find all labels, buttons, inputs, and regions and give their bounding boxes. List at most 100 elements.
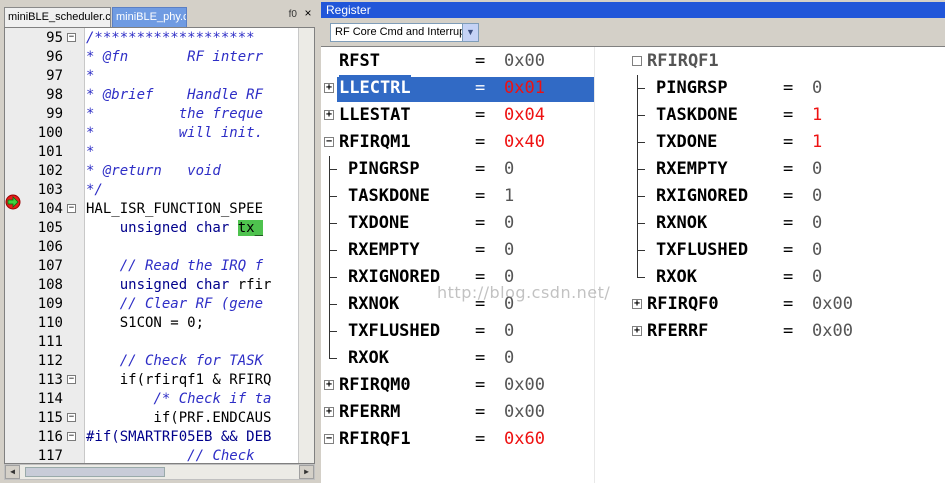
code-text: * the freque [86, 105, 263, 124]
code-line[interactable]: 113− if(rfirqf1 & RFIRQ [5, 371, 300, 390]
expand-icon[interactable]: + [632, 299, 642, 309]
register-row-taskdone[interactable]: TASKDONE = 1 [321, 102, 941, 129]
register-value[interactable]: 0 [812, 156, 822, 183]
register-value[interactable]: 0x00 [504, 372, 545, 399]
register-name: RFIRQM0 [339, 375, 411, 395]
register-row-rfirqm0[interactable]: + RFIRQM0 = 0x00 [321, 372, 941, 399]
code-line[interactable]: 106 [5, 238, 300, 257]
code-line[interactable]: 114 /* Check if ta [5, 390, 300, 409]
code-text: unsigned char tx_ [86, 219, 264, 238]
code-line[interactable]: 107 // Read the IRQ f [5, 257, 300, 276]
close-icon[interactable]: × [301, 6, 315, 20]
register-row-rfirqf1[interactable]: RFIRQF1 [321, 48, 941, 75]
register-value[interactable]: 0 [812, 210, 822, 237]
code-token: unsigned char [119, 220, 238, 236]
register-row-txdone[interactable]: TXDONE = 1 [321, 129, 941, 156]
register-row-rxempty[interactable]: RXEMPTY = 0 [321, 156, 941, 183]
code-area[interactable]: 95−/******************* 96 * @fn RF interr… [4, 27, 315, 464]
register-name: RFIRQF0 [647, 294, 719, 314]
register-tree: RFST = 0x00 + LLECTRL = 0x01 + LLESTAT = 0x04− RFIR… [321, 46, 945, 483]
register-row-pingrsp[interactable]: PINGRSP = 0 [321, 75, 941, 102]
horizontal-scrollbar[interactable]: ◀ ▶ [4, 464, 315, 480]
code-token: * [86, 68, 95, 84]
code-line[interactable]: 103 */ [5, 181, 300, 200]
chevron-down-icon[interactable]: ▼ [462, 24, 478, 41]
code-line[interactable]: 105 unsigned char tx_ [5, 219, 300, 238]
line-number: 101 [37, 144, 63, 160]
code-line[interactable]: 116− #if(SMARTRF05EB && DEB [5, 428, 300, 447]
register-row-rxnok[interactable]: RXNOK = 0 [321, 210, 941, 237]
line-number: 109 [37, 296, 63, 312]
code-line[interactable]: 112 // Check for TASK [5, 352, 300, 371]
code-text: /******************* [86, 29, 255, 48]
fold-toggle-icon[interactable]: − [67, 33, 76, 42]
code-line[interactable]: 95− /******************* [5, 29, 300, 48]
code-line[interactable]: 96 * @fn RF interr [5, 48, 300, 67]
register-row-rxok[interactable]: RXOK = 0 [321, 264, 941, 291]
code-line[interactable]: 104− HAL_ISR_FUNCTION_SPEE [5, 200, 300, 219]
register-value[interactable]: 0 [504, 345, 514, 372]
register-value[interactable]: 0 [812, 75, 822, 102]
code-line[interactable]: 102 * @return void [5, 162, 300, 181]
code-token: */ [86, 182, 103, 198]
code-line[interactable]: 97 * [5, 67, 300, 86]
code-token: unsigned char [119, 277, 238, 293]
register-value[interactable]: 0 [812, 183, 822, 210]
register-value[interactable]: 0 [812, 237, 822, 264]
register-name: RXNOK [656, 213, 708, 233]
equals-sign: = [475, 402, 486, 422]
tree-connector [637, 223, 645, 224]
register-row-rxignored[interactable]: RXIGNORED = 0 [321, 183, 941, 210]
fold-toggle-icon[interactable]: − [67, 413, 76, 422]
register-row-rfirqf0[interactable]: + RFIRQF0 = 0x00 [321, 291, 941, 318]
code-line[interactable]: 100 * will init. [5, 124, 300, 143]
line-number: 107 [37, 258, 63, 274]
scroll-right-icon[interactable]: ▶ [299, 465, 314, 479]
register-row-rfirqf1[interactable]: − RFIRQF1 = 0x60 [321, 426, 941, 453]
code-line[interactable]: 115− if(PRF.ENDCAUS [5, 409, 300, 428]
fold-toggle-icon[interactable]: − [67, 375, 76, 384]
collapse-icon[interactable]: − [324, 434, 334, 444]
code-line[interactable]: 111 [5, 333, 300, 352]
tab-minible-scheduler[interactable]: miniBLE_scheduler.c [4, 7, 111, 27]
register-value[interactable]: 0x00 [812, 318, 853, 345]
code-line[interactable]: 117 // Check [5, 447, 300, 463]
expand-icon[interactable] [632, 56, 642, 66]
code-line[interactable]: 108 unsigned char rfir [5, 276, 300, 295]
register-value[interactable]: 0 [812, 264, 822, 291]
equals-sign: = [783, 321, 794, 341]
code-line[interactable]: 99 * the freque [5, 105, 300, 124]
vertical-scrollbar[interactable]: ≡ [298, 28, 314, 463]
tab-function-marker[interactable]: f0 [289, 9, 297, 20]
register-value[interactable]: 0x00 [504, 399, 545, 426]
code-line[interactable]: 109 // Clear RF (gene [5, 295, 300, 314]
highlighted-symbol: tx_ [237, 220, 264, 236]
code-line[interactable]: 98 * @brief Handle RF [5, 86, 300, 105]
scroll-left-icon[interactable]: ◀ [5, 465, 20, 479]
tab-minible-phy[interactable]: miniBLE_phy.c [112, 7, 187, 27]
equals-sign: = [783, 105, 794, 125]
expand-icon[interactable]: + [324, 407, 334, 417]
tree-connector [637, 169, 645, 170]
register-value[interactable]: 0x60 [504, 426, 545, 453]
register-value[interactable]: 0x00 [812, 291, 853, 318]
expand-icon[interactable]: + [324, 380, 334, 390]
register-value[interactable]: 1 [812, 129, 822, 156]
fold-toggle-icon[interactable]: − [67, 432, 76, 441]
equals-sign: = [783, 213, 794, 233]
expand-icon[interactable]: + [632, 326, 642, 336]
line-number: 99 [46, 106, 63, 122]
horizontal-scroll-thumb[interactable] [25, 467, 165, 477]
register-value[interactable]: 1 [812, 102, 822, 129]
register-row-rferrm[interactable]: + RFERRM = 0x00 [321, 399, 941, 426]
code-text: * [86, 67, 94, 86]
fold-toggle-icon[interactable]: − [67, 204, 76, 213]
register-row-rxok[interactable]: RXOK = 0 [321, 345, 941, 372]
register-group-select[interactable]: RF Core Cmd and Interrup ▼ [330, 23, 479, 42]
register-row-txflushed[interactable]: TXFLUSHED = 0 [321, 237, 941, 264]
code-line[interactable]: 110 S1CON = 0; [5, 314, 300, 333]
code-text: // Clear RF (gene [86, 295, 263, 314]
code-line[interactable]: 101 * [5, 143, 300, 162]
register-row-rferrf[interactable]: + RFERRF = 0x00 [321, 318, 941, 345]
code-token: #if(SMARTRF05EB && DEB [86, 429, 272, 445]
